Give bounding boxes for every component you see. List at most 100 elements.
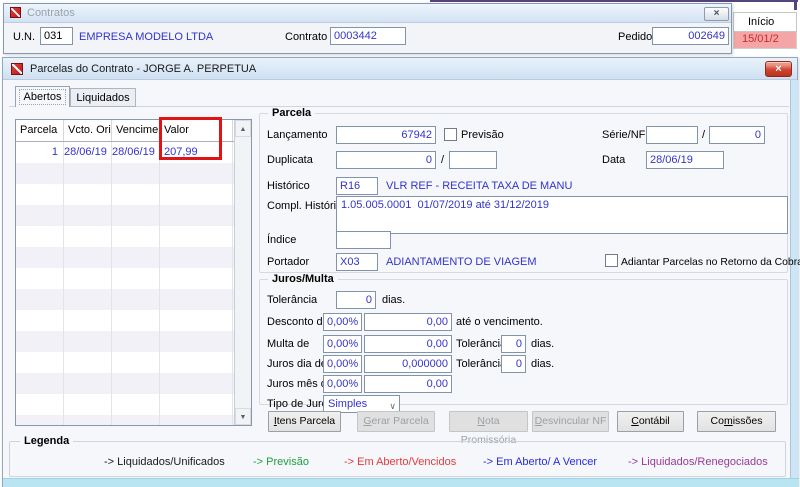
juros-dia-pct-field[interactable]: 0,00%: [323, 355, 362, 373]
table-cell[interactable]: 28/06/19: [112, 142, 160, 163]
desconto-pct-field[interactable]: 0,00%: [323, 313, 362, 331]
juros-dia-valor-field[interactable]: 0,000000: [364, 355, 452, 373]
table-cell: [112, 184, 160, 205]
company-name: EMPRESA MODELO LTDA: [79, 31, 214, 43]
table-cell: [160, 289, 233, 310]
table-row-empty: [16, 289, 251, 310]
adiantar-label: Adiantar Parcelas no Retorno da Cobrança: [621, 257, 800, 268]
juros-dia-tolerancia-field[interactable]: 0: [501, 355, 526, 373]
lancamento-label: Lançamento: [267, 129, 328, 141]
data-field[interactable]: 28/06/19: [646, 151, 724, 169]
table-row-empty: [16, 331, 251, 352]
table-cell: [16, 289, 64, 310]
tolerancia-field[interactable]: 0: [336, 291, 376, 309]
table-cell: [16, 247, 64, 268]
contrato-field[interactable]: 0003442: [330, 27, 406, 45]
un-label: U.N.: [13, 31, 35, 43]
table-cell[interactable]: 207,99: [160, 142, 233, 163]
lancamento-field[interactable]: 67942: [336, 126, 436, 144]
close-icon[interactable]: ×: [704, 7, 729, 21]
compl-historico-field[interactable]: 1.05.005.0001 01/07/2019 até 31/12/2019: [336, 196, 788, 234]
parcelas-window-title: Parcelas do Contrato - JORGE A. PERPETUA: [30, 63, 257, 75]
table-cell: [16, 331, 64, 352]
table-scrollbar[interactable]: ▲ ▼: [234, 120, 251, 425]
multa-tolerancia-field[interactable]: 0: [501, 335, 526, 353]
historico-label: Histórico: [267, 180, 310, 192]
scroll-up-icon[interactable]: ▲: [235, 120, 251, 137]
desconto-label: Desconto de: [267, 316, 329, 328]
table-header: ParcelaVcto. OrigVencimentoValor: [16, 120, 251, 142]
parcela-group-title: Parcela: [268, 107, 316, 120]
nf-field[interactable]: 0: [709, 126, 765, 144]
duplicata-label: Duplicata: [267, 154, 313, 166]
pedido-label: Pedido: [618, 31, 653, 43]
juros-mes-valor-field[interactable]: 0,00: [364, 375, 452, 393]
portador-label: Portador: [267, 256, 310, 268]
column-header[interactable]: Vcto. Orig: [64, 120, 112, 141]
table-row-empty: [16, 415, 251, 425]
table-cell: [16, 226, 64, 247]
table-cell: [160, 268, 233, 289]
multa-pct-field[interactable]: 0,00%: [323, 335, 362, 353]
table-row-empty: [16, 310, 251, 331]
column-header[interactable]: Parcela: [16, 120, 64, 141]
table-cell: [112, 268, 160, 289]
app-icon: [11, 63, 23, 75]
table-cell[interactable]: 28/06/19: [64, 142, 112, 163]
contabil-button[interactable]: Contábil: [617, 411, 684, 432]
table-cell: [160, 394, 233, 415]
scroll-down-icon[interactable]: ▼: [235, 408, 251, 425]
parcelas-titlebar: Parcelas do Contrato - JORGE A. PERPETUA…: [3, 58, 797, 80]
desconto-valor-field[interactable]: 0,00: [364, 313, 452, 331]
previsao-checkbox[interactable]: [444, 128, 457, 141]
table-cell: [64, 415, 112, 425]
table-cell: [16, 352, 64, 373]
adiantar-checkbox[interactable]: [605, 254, 618, 267]
nota-promissoria-button: Nota Promissória: [449, 411, 528, 446]
indice-field[interactable]: [336, 231, 391, 249]
comissoes-button[interactable]: Comissões: [697, 411, 776, 432]
table-row-empty: [16, 373, 251, 394]
background-window-top-border: [430, 0, 798, 2]
un-field[interactable]: 031: [40, 27, 73, 45]
serie-field[interactable]: [646, 126, 698, 144]
table-cell: [64, 226, 112, 247]
duplicata-field-2[interactable]: [449, 151, 497, 169]
tab-liquidados[interactable]: Liquidados: [70, 88, 136, 107]
table-cell: [160, 310, 233, 331]
close-icon[interactable]: ×: [765, 61, 792, 77]
multa-valor-field[interactable]: 0,00: [364, 335, 452, 353]
table-row[interactable]: 1 28/06/19 28/06/19 207,99: [16, 142, 251, 163]
desvincular-nf-button: Desvincular NF: [532, 411, 609, 432]
window-frame-bottom: [3, 478, 799, 487]
legend-item: -> Previsão: [253, 456, 309, 468]
tab-abertos[interactable]: Abertos: [15, 86, 70, 107]
table-cell: [160, 163, 233, 184]
historico-description: VLR REF - RECEITA TAXA DE MANU: [386, 180, 573, 192]
table-cell: [64, 184, 112, 205]
table-cell: [64, 352, 112, 373]
table-cell: [160, 331, 233, 352]
pedido-field[interactable]: 002649: [652, 27, 729, 45]
column-header[interactable]: Vencimento: [112, 120, 160, 141]
ate-vencimento-label: até o vencimento.: [456, 316, 543, 328]
inicio-row-cell[interactable]: 15/01/2: [733, 32, 797, 49]
juros-dia-dias-label: dias.: [531, 358, 555, 370]
table-cell[interactable]: 1: [16, 142, 64, 163]
duplicata-field[interactable]: 0: [336, 151, 436, 169]
juros-dia-tolerancia-label: Tolerância: [456, 358, 507, 370]
table-cell: [112, 331, 160, 352]
table-cell: [16, 163, 64, 184]
juros-mes-pct-field[interactable]: 0,00%: [323, 375, 362, 393]
column-header[interactable]: Valor: [160, 120, 233, 141]
portador-code-field[interactable]: X03: [336, 253, 378, 271]
table-row-empty: [16, 163, 251, 184]
itens-parcela-button[interactable]: Itens Parcela: [268, 411, 341, 432]
indice-label: Índice: [267, 234, 297, 246]
historico-code-field[interactable]: R16: [336, 177, 378, 195]
previsao-label: Previsão: [461, 129, 504, 141]
table-cell: [112, 226, 160, 247]
table-cell: [112, 415, 160, 425]
table-row-empty: [16, 184, 251, 205]
table-cell: [16, 394, 64, 415]
